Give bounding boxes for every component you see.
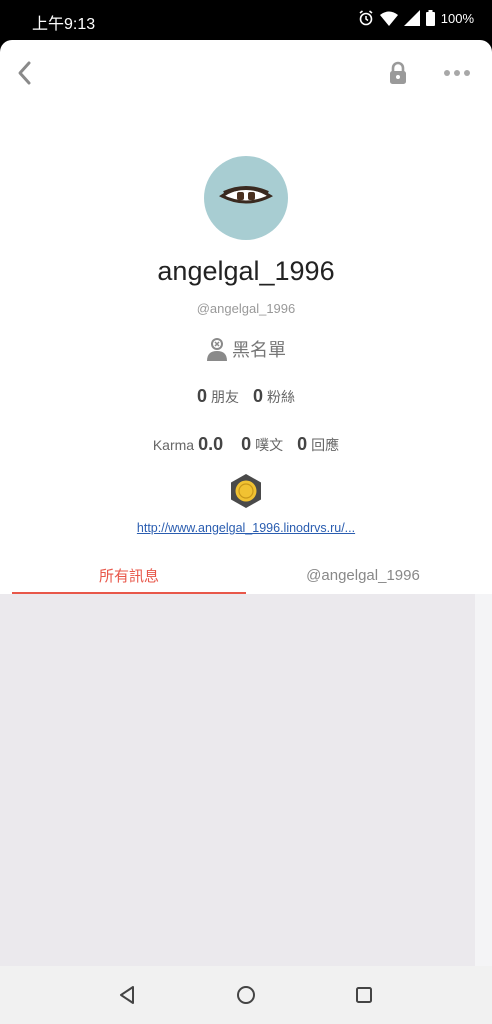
social-stats: 0 朋友 0 粉絲 xyxy=(0,386,492,407)
battery-icon xyxy=(425,10,435,26)
back-button[interactable] xyxy=(8,56,42,90)
wifi-icon xyxy=(379,11,398,26)
nav-recent-icon xyxy=(356,987,372,1003)
blacklist-label: 黑名單 xyxy=(232,340,286,361)
nav-home-icon xyxy=(237,986,255,1004)
profile-tabs: 所有訊息 @angelgal_1996 xyxy=(0,556,492,596)
plurks-stat: 0 噗文 xyxy=(241,434,283,455)
avatar[interactable] xyxy=(204,156,288,240)
display-name: angelgal_1996 xyxy=(157,256,335,286)
nav-recent-button[interactable] xyxy=(351,982,377,1008)
timeline-area[interactable] xyxy=(0,594,475,966)
fans-label: 粉絲 xyxy=(267,390,296,406)
tab-all-messages[interactable]: 所有訊息 xyxy=(12,556,246,594)
signal-icon xyxy=(403,10,420,26)
blacklist-button[interactable]: 黑名單 xyxy=(0,336,492,362)
karma-value: 0.0 xyxy=(198,434,224,454)
more-icon xyxy=(444,70,470,76)
more-button[interactable] xyxy=(440,60,474,86)
activity-stats: Karma 0.0 0 噗文 0 回應 xyxy=(0,434,492,455)
status-time: 上午9:13 xyxy=(32,16,96,33)
top-bar xyxy=(0,40,492,110)
plurks-count: 0 xyxy=(241,434,252,454)
system-nav-bar xyxy=(0,966,492,1024)
plurks-label: 噗文 xyxy=(255,438,284,454)
nav-back-icon xyxy=(120,986,134,1004)
status-icons: 100% xyxy=(358,10,474,26)
blocked-user-icon xyxy=(207,338,227,361)
lock-button[interactable] xyxy=(382,57,414,89)
karma-badge-icon[interactable] xyxy=(229,473,263,509)
friends-stat[interactable]: 0 朋友 xyxy=(197,386,239,407)
scrollbar[interactable] xyxy=(475,594,492,966)
tab-mentions[interactable]: @angelgal_1996 xyxy=(246,556,480,594)
user-handle: @angelgal_1996 xyxy=(196,301,296,316)
nav-home-button[interactable] xyxy=(233,982,259,1008)
battery-percent: 100% xyxy=(440,10,474,26)
fans-count: 0 xyxy=(253,386,264,406)
lock-icon xyxy=(390,61,406,84)
nav-back-button[interactable] xyxy=(114,982,140,1008)
profile-screen: angelgal_1996 @angelgal_1996 黑名單 0 朋友 0 粉絲… xyxy=(0,40,492,966)
friends-count: 0 xyxy=(196,386,207,406)
responses-stat: 0 回應 xyxy=(297,434,339,455)
karma-label: Karma xyxy=(152,437,195,453)
status-bar: 上午9:13 100% xyxy=(0,0,492,40)
back-icon xyxy=(17,60,32,86)
friends-label: 朋友 xyxy=(211,390,239,406)
fans-stat[interactable]: 0 粉絲 xyxy=(253,386,295,407)
alarm-icon xyxy=(358,10,374,26)
profile-link[interactable]: http://www.angelgal_1996.linodrvs.ru/... xyxy=(0,521,492,535)
responses-count: 0 xyxy=(297,434,308,454)
responses-label: 回應 xyxy=(311,438,340,454)
eye-drawing xyxy=(219,186,273,204)
karma-stat: Karma 0.0 xyxy=(153,434,227,455)
